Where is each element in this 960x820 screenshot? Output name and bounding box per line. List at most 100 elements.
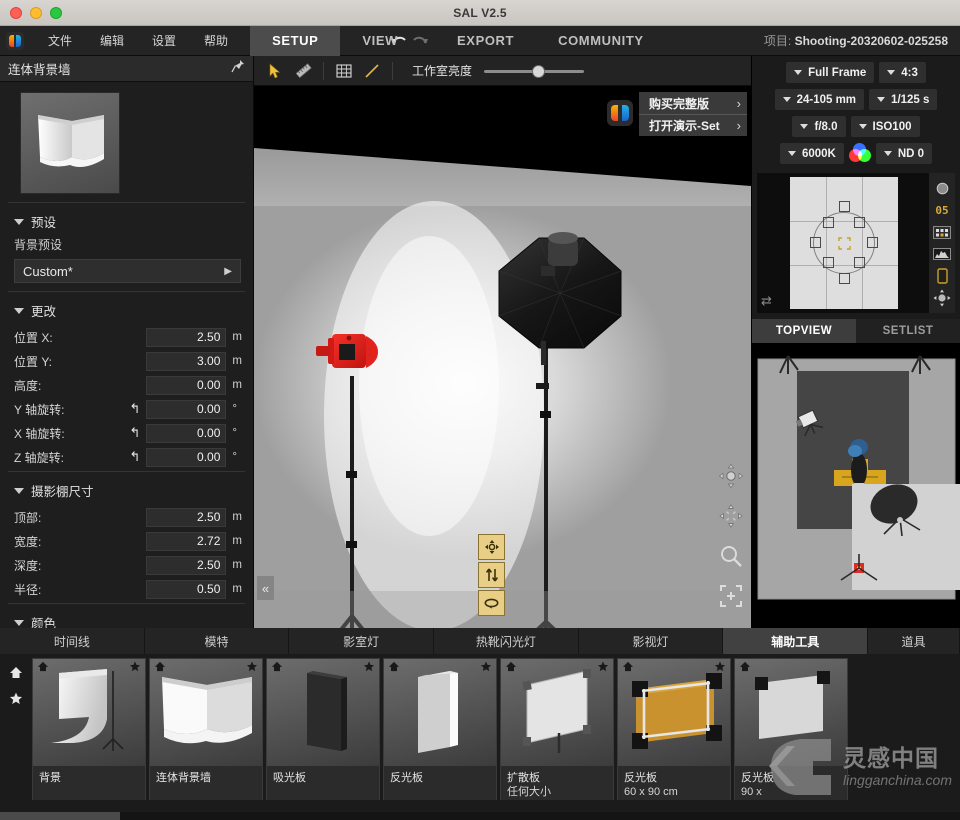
reset-rotation-z-icon[interactable]: ↰	[124, 449, 146, 465]
star-icon[interactable]	[597, 661, 609, 675]
studio-top-input[interactable]: 2.50	[146, 508, 226, 527]
tab-models[interactable]: 模特	[145, 628, 290, 654]
sensor-format-select[interactable]: Full Frame	[786, 62, 874, 83]
property-label: 半径:	[14, 581, 124, 598]
open-demo-set-button[interactable]: 打开演示-Set ›	[639, 114, 747, 136]
orientation-icon[interactable]	[933, 269, 951, 283]
rotation-z-input[interactable]: 0.00	[146, 448, 226, 467]
white-balance-select[interactable]: 6000K	[780, 143, 844, 164]
section-studio-size[interactable]: 摄影棚尺寸	[0, 474, 253, 505]
move-gizmo-button[interactable]	[478, 534, 505, 560]
tab-setlist[interactable]: SETLIST	[856, 319, 960, 343]
library-card[interactable]: 反光板 90 x	[734, 658, 848, 804]
fit-to-view-icon[interactable]	[719, 584, 743, 608]
home-icon[interactable]	[388, 661, 400, 675]
height-input[interactable]: 0.00	[146, 376, 226, 395]
library-card[interactable]: 背景	[32, 658, 146, 804]
viewport-3d[interactable]: 购买完整版 › 打开演示-Set ›	[254, 86, 751, 628]
tab-props[interactable]: 道具	[868, 628, 960, 654]
studio-brightness-slider[interactable]	[484, 64, 584, 78]
menu-item-help[interactable]: 帮助	[190, 26, 242, 56]
home-icon[interactable]	[505, 661, 517, 675]
slider-knob[interactable]	[532, 65, 545, 78]
position-x-input[interactable]: 2.50	[146, 328, 226, 347]
card-title: 背景	[39, 771, 139, 785]
exposure-circle-icon[interactable]	[933, 181, 951, 195]
af-points-icon[interactable]	[933, 225, 951, 239]
studio-width-input[interactable]: 2.72	[146, 532, 226, 551]
aspect-ratio-select[interactable]: 4:3	[879, 62, 926, 83]
focal-length-select[interactable]: 24-105 mm	[775, 89, 864, 110]
library-card[interactable]: 连体背景墙	[149, 658, 263, 804]
pan-icon[interactable]	[719, 504, 743, 528]
shutter-speed-select[interactable]: 1/125 s	[869, 89, 937, 110]
tab-view[interactable]: VIEW	[340, 26, 420, 56]
home-icon[interactable]	[271, 661, 283, 675]
collapse-left-icon[interactable]: «	[257, 576, 274, 600]
star-icon[interactable]	[129, 661, 141, 675]
menu-item-edit[interactable]: 编辑	[86, 26, 138, 56]
swap-arrows-icon[interactable]: ⇄	[761, 293, 772, 309]
library-scrollbar[interactable]	[0, 812, 960, 820]
iso-select[interactable]: ISO100	[851, 116, 920, 137]
viewfinder-frame[interactable]: ⇄	[757, 173, 929, 313]
property-label: X 轴旋转:	[14, 425, 124, 442]
star-icon[interactable]	[246, 661, 258, 675]
library-card[interactable]: 扩散板 任何大小	[500, 658, 614, 804]
buy-full-version-button[interactable]: 购买完整版 ›	[639, 92, 747, 114]
height-gizmo-button[interactable]	[478, 562, 505, 588]
cursor-select-icon[interactable]	[262, 59, 288, 83]
aperture-select[interactable]: f/8.0	[792, 116, 845, 137]
pin-icon[interactable]	[231, 59, 245, 78]
menu-item-file[interactable]: 文件	[34, 26, 86, 56]
rotate-gizmo-button[interactable]	[478, 590, 505, 616]
tab-speedlights[interactable]: 热靴闪光灯	[434, 628, 579, 654]
topview-canvas[interactable]	[752, 343, 960, 673]
tab-timeline[interactable]: 时间线	[0, 628, 145, 654]
tab-accessories[interactable]: 辅助工具	[723, 628, 868, 654]
section-preset[interactable]: 预设	[0, 205, 253, 236]
home-icon[interactable]	[9, 666, 23, 684]
tab-community[interactable]: COMMUNITY	[536, 26, 666, 56]
menu-item-settings[interactable]: 设置	[138, 26, 190, 56]
library-card[interactable]: 反光板 60 x 90 cm	[617, 658, 731, 804]
ruler-icon[interactable]	[290, 59, 316, 83]
star-icon[interactable]	[9, 692, 23, 710]
dpad-icon[interactable]	[933, 291, 951, 305]
scrollbar-thumb[interactable]	[0, 812, 120, 820]
home-icon[interactable]	[37, 661, 49, 675]
star-icon[interactable]	[363, 661, 375, 675]
histogram-icon[interactable]	[933, 247, 951, 261]
property-row-rotation-x: X 轴旋转: ↰ 0.00 °	[0, 421, 253, 445]
section-color[interactable]: 颜色	[0, 606, 253, 628]
home-icon[interactable]	[739, 661, 751, 675]
viewport-toolbar: 工作室亮度	[254, 56, 751, 86]
section-changes[interactable]: 更改	[0, 294, 253, 325]
reset-rotation-x-icon[interactable]: ↰	[124, 425, 146, 441]
property-label: 顶部:	[14, 509, 124, 526]
zoom-icon[interactable]	[719, 544, 743, 568]
tab-studio-lights[interactable]: 影室灯	[289, 628, 434, 654]
nd-filter-select[interactable]: ND 0	[876, 143, 932, 164]
tab-continuous-lights[interactable]: 影视灯	[579, 628, 724, 654]
tab-export[interactable]: EXPORT	[435, 26, 536, 56]
orbit-icon[interactable]	[719, 464, 743, 488]
star-icon[interactable]	[480, 661, 492, 675]
line-icon[interactable]	[359, 59, 385, 83]
library-card[interactable]: 吸光板	[266, 658, 380, 804]
studio-depth-input[interactable]: 2.50	[146, 556, 226, 575]
library-card[interactable]: 反光板	[383, 658, 497, 804]
color-wheel-icon[interactable]	[849, 143, 871, 165]
grid-icon[interactable]	[331, 59, 357, 83]
studio-radius-input[interactable]: 0.50	[146, 580, 226, 599]
star-icon[interactable]	[714, 661, 726, 675]
rotation-y-input[interactable]: 0.00	[146, 400, 226, 419]
tab-setup[interactable]: SETUP	[250, 26, 340, 56]
home-icon[interactable]	[154, 661, 166, 675]
rotation-x-input[interactable]: 0.00	[146, 424, 226, 443]
position-y-input[interactable]: 3.00	[146, 352, 226, 371]
tab-topview[interactable]: TOPVIEW	[752, 319, 856, 343]
reset-rotation-y-icon[interactable]: ↰	[124, 401, 146, 417]
home-icon[interactable]	[622, 661, 634, 675]
background-preset-select[interactable]: Custom* ▶	[14, 259, 241, 283]
